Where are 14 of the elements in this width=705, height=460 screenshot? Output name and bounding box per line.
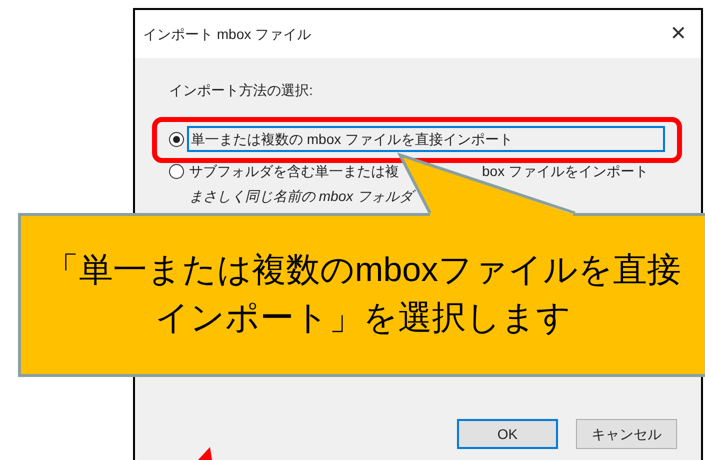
radio-button[interactable] <box>169 132 184 146</box>
callout-text: 「単一または複数のmboxファイルを直接 <box>44 250 682 290</box>
radio-button[interactable] <box>169 164 184 178</box>
prompt-label: インポート方法の選択: <box>169 81 314 100</box>
arrow-icon <box>198 447 212 460</box>
option-label[interactable]: サブフォルダを含む単一または複 <box>187 160 401 182</box>
dialog-button[interactable]: OK <box>457 419 558 449</box>
callout-text: インポート」を選択します <box>155 298 571 338</box>
option-label[interactable]: box ファイルをインポート <box>480 160 650 182</box>
dialog-button[interactable]: キャンセル <box>576 419 677 449</box>
window-title: インポート mbox ファイル <box>143 24 312 44</box>
option-label[interactable]: 単一または複数の mbox ファイルを直接インポート <box>187 126 665 152</box>
close-button[interactable]: ✕ <box>666 24 691 44</box>
option-hint: まさしく同じ名前の mbox フォルダ <box>189 186 701 207</box>
